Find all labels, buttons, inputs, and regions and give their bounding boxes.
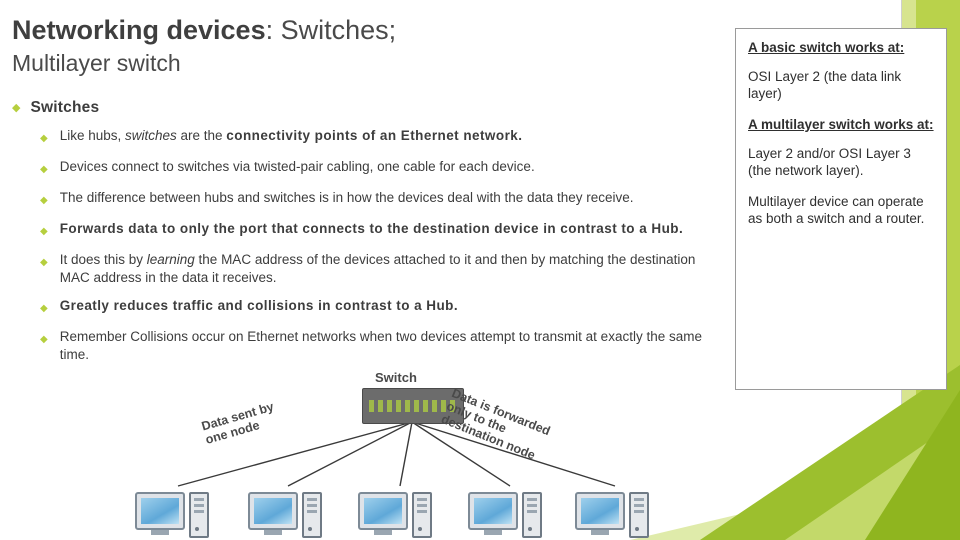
- bullet-item: ◆ Remember Collisions occur on Ethernet n…: [40, 328, 722, 364]
- bullet-item: ◆ Switches: [12, 98, 722, 117]
- computer-node: [135, 492, 213, 540]
- slide-canvas: Networking devices: Switches; Multilayer…: [0, 0, 960, 540]
- bullet-text-segment: Remember Collisions occur on Ethernet ne…: [59, 329, 702, 362]
- bullet-text: Greatly reduces traffic and collisions i…: [60, 297, 458, 315]
- bullet-text: Forwards data to only the port that conn…: [60, 220, 683, 238]
- page-title: Networking devices: Switches; Multilayer…: [12, 14, 712, 78]
- bullet-text: Devices connect to switches via twisted-…: [60, 158, 535, 176]
- bullet-item: ◆ Greatly reduces traffic and collisions …: [40, 297, 722, 318]
- sidebar-paragraph: OSI Layer 2 (the data link layer): [748, 69, 902, 101]
- computer-node: [468, 492, 546, 540]
- bullet-marker-icon: ◆: [40, 257, 48, 268]
- decor-triangle-dark: [865, 390, 960, 540]
- computer-node: [358, 492, 436, 540]
- bullet-text-segment: learning: [146, 252, 195, 267]
- bullet-marker-icon: ◆: [40, 164, 48, 175]
- bullet-text: Like hubs, switches are the connectivity…: [60, 127, 523, 145]
- sidebar-paragraph: Multilayer device can operate as both a …: [748, 194, 925, 226]
- bullet-text-segment: The difference between hubs and switches…: [59, 190, 634, 205]
- title-subline: Multilayer switch: [12, 50, 181, 76]
- computer-node: [575, 492, 653, 540]
- sidebar-paragraph: Layer 2 and/or OSI Layer 3 (the network …: [748, 146, 911, 178]
- bullet-text-segment: switches: [125, 128, 177, 143]
- switch-label: Switch: [375, 370, 417, 385]
- network-diagram: Switch Data sent by one node Data is forw…: [100, 368, 720, 540]
- bullet-text: It does this by learning the MAC address…: [60, 251, 722, 287]
- title-strong: Networking devices: [12, 15, 266, 45]
- bullet-item: ◆ It does this by learning the MAC addres…: [40, 251, 722, 287]
- bullet-text-segment: It does this by: [59, 252, 147, 267]
- bullet-marker-icon: ◆: [40, 226, 48, 237]
- bullet-item: ◆ Like hubs, switches are the connectivit…: [40, 127, 722, 148]
- bullet-text-segment: Like hubs,: [59, 128, 125, 143]
- decor-triangle-light: [785, 420, 960, 540]
- bullet-marker-icon: ◆: [40, 303, 48, 314]
- bullet-text: The difference between hubs and switches…: [60, 189, 634, 207]
- bullet-text-segment: are the: [176, 128, 227, 143]
- bullet-marker-icon: ◆: [40, 133, 48, 144]
- bullet-marker-icon: ◆: [40, 334, 48, 345]
- sidebar-callout: A basic switch works at: OSI Layer 2 (the…: [735, 28, 947, 390]
- bullet-text-segment: connectivity points of an Ethernet netwo…: [226, 128, 523, 143]
- bullet-text-segment: Greatly reduces traffic and collisions i…: [59, 298, 459, 313]
- bullet-list: ◆ Switches ◆ Like hubs, switches are the co…: [12, 98, 722, 374]
- sidebar-paragraph: A multilayer switch works at:: [748, 117, 934, 132]
- bullet-text-segment: Switches: [30, 99, 100, 116]
- sidebar-paragraph: A basic switch works at:: [748, 40, 905, 55]
- decor-triangle-green: [700, 365, 960, 540]
- title-rest: : Switches;: [265, 15, 397, 45]
- bullet-item: ◆ The difference between hubs and switche…: [40, 189, 722, 210]
- bullet-item: ◆ Devices connect to switches via twisted…: [40, 158, 722, 179]
- computer-node: [248, 492, 326, 540]
- bullet-text: Switches: [30, 98, 99, 117]
- bullet-marker-icon: ◆: [40, 195, 48, 206]
- bullet-marker-icon: ◆: [12, 102, 21, 114]
- switch-ports-icon: [369, 400, 457, 412]
- bullet-text-segment: Forwards data to only the port that conn…: [59, 221, 684, 236]
- bullet-text: Remember Collisions occur on Ethernet ne…: [60, 328, 722, 364]
- bullet-text-segment: Devices connect to switches via twisted-…: [59, 159, 535, 174]
- bullet-item: ◆ Forwards data to only the port that con…: [40, 220, 722, 241]
